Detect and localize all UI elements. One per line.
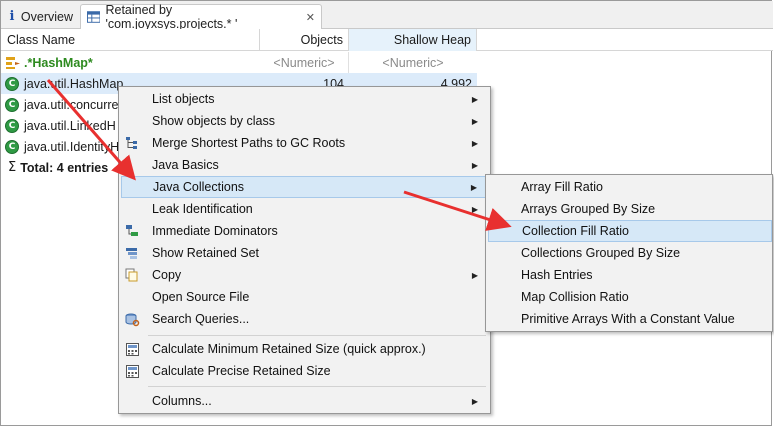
table-icon [87, 11, 101, 23]
table-header: Class Name Objects Shallow Heap [1, 29, 773, 51]
tab-retained-by-label: Retained by 'com.joyxsys.projects.* ' [105, 3, 238, 31]
class-name: java.util.concurre [24, 97, 119, 112]
class-icon: C [5, 76, 19, 91]
regex-filter-icon [6, 56, 20, 69]
menu-item-search-queries[interactable]: Search Queries... [121, 308, 488, 330]
context-menu: List objects ▶ Show objects by class ▶ M… [118, 86, 491, 414]
menu-item-show-objects-by-class[interactable]: Show objects by class ▶ [121, 110, 488, 132]
tab-overview[interactable]: i Overview [3, 4, 79, 29]
submenu-item-arrays-grouped-by-size[interactable]: Arrays Grouped By Size [488, 198, 772, 220]
tab-retained-by[interactable]: Retained by 'com.joyxsys.projects.* ' ✕ [80, 3, 322, 31]
class-name: java.util.LinkedH [24, 118, 116, 133]
menu-item-calculate-minimum-retained-size[interactable]: Calculate Minimum Retained Size (quick a… [121, 338, 488, 360]
menu-separator [148, 335, 486, 336]
menu-item-open-source-file[interactable]: Open Source File [121, 286, 488, 308]
submenu-arrow-icon: ▶ [471, 270, 478, 280]
info-icon: i [9, 9, 15, 24]
menu-item-list-objects[interactable]: List objects ▶ [121, 88, 488, 110]
submenu-arrow-icon: ▶ [470, 182, 477, 192]
class-icon: C [5, 118, 19, 133]
merge-paths-icon [124, 135, 140, 151]
column-header-class-name[interactable]: Class Name [1, 29, 260, 51]
total-entries: Total: 4 entries [20, 160, 109, 175]
column-header-shallow-heap[interactable]: Shallow Heap [349, 29, 477, 51]
menu-item-leak-identification[interactable]: Leak Identification ▶ [121, 198, 488, 220]
submenu-item-collections-grouped-by-size[interactable]: Collections Grouped By Size [488, 242, 772, 264]
sigma-icon: Σ [8, 160, 17, 175]
menu-item-immediate-dominators[interactable]: Immediate Dominators [121, 220, 488, 242]
submenu-arrow-icon: ▶ [471, 204, 478, 214]
search-queries-icon [124, 311, 140, 327]
submenu-arrow-icon: ▶ [471, 138, 478, 148]
menu-item-columns[interactable]: Columns... ▶ [121, 390, 488, 412]
menu-item-java-collections[interactable]: Java Collections ▶ [121, 176, 488, 198]
close-icon[interactable]: ✕ [306, 11, 315, 24]
objects-filter[interactable]: <Numeric> [260, 52, 349, 73]
shallow-heap-filter[interactable]: <Numeric> [349, 52, 477, 73]
dominators-icon [124, 223, 140, 239]
submenu-arrow-icon: ▶ [471, 160, 478, 170]
class-icon: C [5, 139, 19, 154]
menu-item-merge-shortest-paths[interactable]: Merge Shortest Paths to GC Roots ▶ [121, 132, 488, 154]
submenu-item-hash-entries[interactable]: Hash Entries [488, 264, 772, 286]
menu-item-show-retained-set[interactable]: Show Retained Set [121, 242, 488, 264]
menu-separator [148, 386, 486, 387]
filter-row: .*HashMap* <Numeric> <Numeric> [1, 52, 477, 73]
calculator-icon [124, 341, 140, 357]
calculator-icon [124, 363, 140, 379]
class-icon: C [5, 97, 19, 112]
submenu-item-primitive-arrays-constant-value[interactable]: Primitive Arrays With a Constant Value [488, 308, 772, 330]
class-name-filter-value: .*HashMap* [24, 55, 93, 70]
submenu-item-map-collision-ratio[interactable]: Map Collision Ratio [488, 286, 772, 308]
menu-item-calculate-precise-retained-size[interactable]: Calculate Precise Retained Size [121, 360, 488, 382]
class-name: java.util.IdentityH [24, 139, 120, 154]
submenu-item-array-fill-ratio[interactable]: Array Fill Ratio [488, 176, 772, 198]
class-name: java.util.HashMap [24, 76, 124, 91]
editor-tab-bar: i Overview Retained by 'com.joyxsys.proj… [1, 1, 773, 31]
column-header-objects[interactable]: Objects [260, 29, 349, 51]
tab-overview-label: Overview [20, 9, 73, 24]
class-name-filter[interactable]: .*HashMap* [5, 52, 259, 73]
retained-set-icon [124, 245, 140, 261]
menu-item-java-basics[interactable]: Java Basics ▶ [121, 154, 488, 176]
copy-icon [124, 267, 140, 283]
submenu-arrow-icon: ▶ [471, 94, 478, 104]
java-collections-submenu: Array Fill Ratio Arrays Grouped By Size … [485, 174, 773, 332]
menu-item-copy[interactable]: Copy ▶ [121, 264, 488, 286]
submenu-item-collection-fill-ratio[interactable]: Collection Fill Ratio [488, 220, 772, 242]
submenu-arrow-icon: ▶ [471, 116, 478, 126]
submenu-arrow-icon: ▶ [471, 396, 478, 406]
